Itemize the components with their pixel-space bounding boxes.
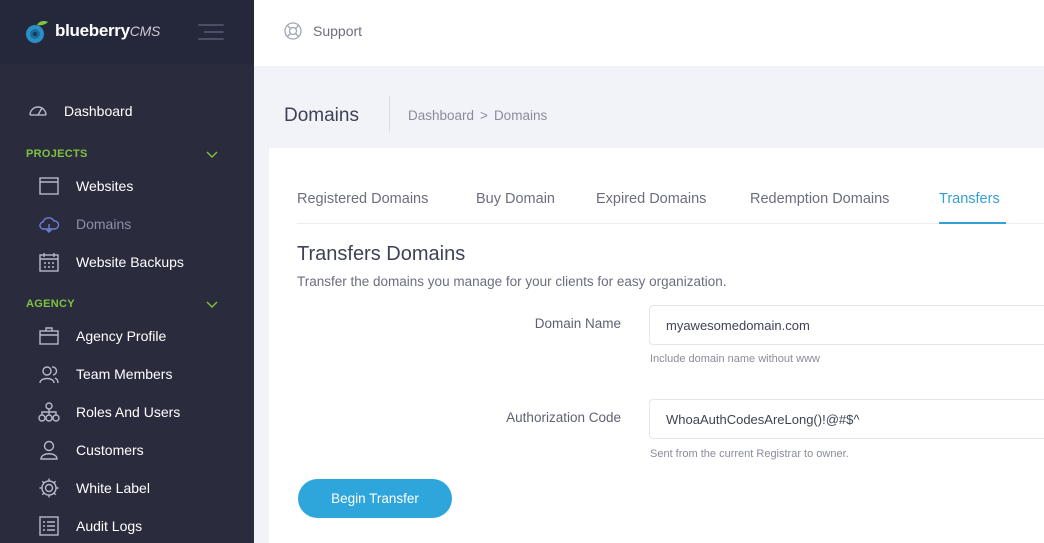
- user-icon: [38, 439, 60, 461]
- sidebar-item-white-label[interactable]: White Label: [0, 471, 254, 505]
- domain-tabs: Registered Domains Buy Domain Expired Do…: [297, 180, 1044, 224]
- sidebar-item-label: Agency Profile: [76, 328, 167, 344]
- chevron-down-icon[interactable]: [206, 301, 218, 309]
- sidebar-item-label: White Label: [76, 480, 150, 496]
- sidebar-item-label: Roles And Users: [76, 404, 181, 420]
- cloud-icon: [38, 213, 60, 235]
- sidebar-item-label: Dashboard: [64, 103, 133, 119]
- sidebar-item-label: Audit Logs: [76, 518, 143, 534]
- sidebar-item-label: Website Backups: [76, 254, 184, 270]
- list-icon: [38, 515, 60, 537]
- sidebar: blueberryCMS Dashboard PROJECTS Websites…: [0, 0, 254, 543]
- gear-icon: [38, 477, 60, 499]
- breadcrumb-item-dashboard[interactable]: Dashboard: [408, 108, 474, 123]
- briefcase-icon: [38, 325, 60, 347]
- domain-name-hint: Include domain name without www: [650, 353, 820, 365]
- tab-registered-domains[interactable]: Registered Domains: [297, 191, 428, 207]
- sidebar-item-team-members[interactable]: Team Members: [0, 357, 254, 391]
- section-title: Transfers Domains: [297, 243, 466, 265]
- authorization-code-hint: Sent from the current Registrar to owner…: [650, 448, 849, 460]
- section-heading-agency: AGENCY: [26, 298, 75, 310]
- main-card: Registered Domains Buy Domain Expired Do…: [269, 148, 1044, 543]
- hierarchy-icon: [38, 401, 60, 423]
- brand-name[interactable]: blueberryCMS: [55, 21, 160, 41]
- speedometer-icon: [27, 100, 49, 122]
- active-tab-indicator: [939, 222, 1006, 224]
- sidebar-item-label: Domains: [76, 216, 132, 232]
- domain-name-label: Domain Name: [534, 316, 621, 331]
- section-heading-projects: PROJECTS: [26, 148, 88, 160]
- sidebar-item-websites[interactable]: Websites: [0, 169, 254, 203]
- sidebar-item-website-backups[interactable]: Website Backups: [0, 245, 254, 279]
- authorization-code-input[interactable]: [649, 399, 1044, 439]
- sidebar-item-audit-logs[interactable]: Audit Logs: [0, 509, 254, 543]
- authorization-code-label: Authorization Code: [506, 410, 621, 425]
- top-header: Support: [254, 0, 1044, 66]
- sidebar-item-agency-profile[interactable]: Agency Profile: [0, 319, 254, 353]
- browser-window-icon: [38, 175, 60, 197]
- subheader-divider: [389, 96, 390, 132]
- blueberry-logo-icon: [26, 21, 48, 43]
- breadcrumb-item-domains[interactable]: Domains: [494, 108, 547, 123]
- sidebar-item-label: Team Members: [76, 366, 173, 382]
- brand-bar: blueberryCMS: [0, 0, 254, 64]
- sidebar-item-roles-and-users[interactable]: Roles And Users: [0, 395, 254, 429]
- sidebar-item-domains[interactable]: Domains: [0, 207, 254, 241]
- breadcrumb-separator: >: [480, 108, 488, 123]
- sidebar-item-label: Websites: [76, 178, 134, 194]
- subheader: Domains Dashboard > Domains: [254, 66, 1044, 148]
- menu-toggle-icon[interactable]: [198, 24, 224, 40]
- domain-name-input[interactable]: [649, 305, 1044, 345]
- sidebar-item-dashboard[interactable]: Dashboard: [0, 94, 254, 128]
- breadcrumb: Dashboard > Domains: [408, 108, 547, 123]
- calendar-icon: [38, 251, 60, 273]
- chevron-down-icon[interactable]: [206, 151, 218, 159]
- sidebar-item-customers[interactable]: Customers: [0, 433, 254, 467]
- tab-expired-domains[interactable]: Expired Domains: [596, 191, 706, 207]
- tab-transfers[interactable]: Transfers: [939, 191, 1000, 207]
- team-icon: [38, 363, 60, 385]
- support-link[interactable]: Support: [313, 23, 362, 39]
- section-description: Transfer the domains you manage for your…: [297, 274, 727, 289]
- tab-redemption-domains[interactable]: Redemption Domains: [750, 191, 889, 207]
- begin-transfer-button[interactable]: Begin Transfer: [298, 479, 452, 518]
- page-title: Domains: [284, 105, 359, 126]
- sidebar-item-label: Customers: [76, 442, 144, 458]
- lifebuoy-icon[interactable]: [284, 22, 302, 40]
- tab-buy-domain[interactable]: Buy Domain: [476, 191, 555, 207]
